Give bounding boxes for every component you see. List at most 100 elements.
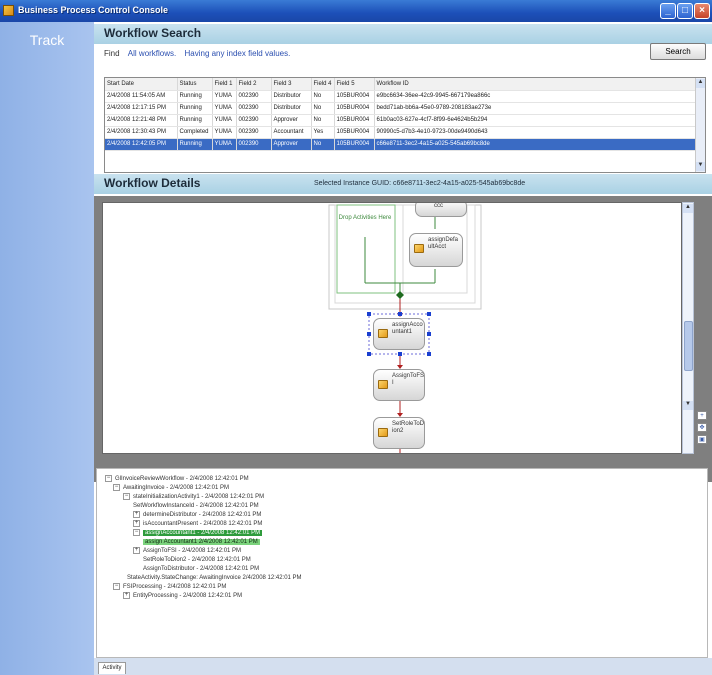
table-cell: 105BUR004 — [334, 138, 375, 151]
set-role-activity-icon — [378, 428, 388, 437]
activity-label: assignAcco untant1 — [392, 322, 423, 335]
column-header[interactable]: Field 4 — [311, 78, 335, 91]
table-row[interactable]: 2/4/2008 12:42:05 PM Running YUMA 002390 App… — [105, 138, 702, 151]
column-header[interactable]: Workflow ID — [374, 78, 702, 91]
tree-node-label: StateActivity.StateChange: AwaitingInvoi… — [127, 575, 302, 581]
tree-node[interactable]: assign Accountant1 2/4/2008 12:42:01 PM — [143, 538, 260, 547]
tab-activity[interactable]: Activity — [98, 662, 126, 674]
activity-label: ccc — [434, 203, 443, 209]
collapse-icon[interactable]: − — [113, 484, 120, 491]
designer-canvas[interactable]: Drop Activities Here ccc assignDefa ultA… — [102, 202, 682, 454]
find-row: Find All workflows. Having any index fie… — [104, 49, 290, 58]
activity-assign-to-fsi[interactable]: AssignToFS I — [373, 369, 425, 401]
collapse-icon[interactable]: − — [113, 583, 120, 590]
tree-node-label: assign Accountant1 2/4/2008 12:42:01 PM — [143, 539, 260, 545]
grid-scrollbar[interactable]: ▲ ▼ — [695, 78, 705, 172]
column-header[interactable]: Field 3 — [271, 78, 312, 91]
column-header[interactable]: Field 2 — [236, 78, 272, 91]
filter-workflows-link[interactable]: All workflows. — [128, 49, 176, 58]
scroll-up-icon[interactable]: ▲ — [683, 204, 693, 213]
close-button[interactable]: × — [694, 3, 710, 19]
tree-node[interactable]: − assignAccountant1 - 2/4/2008 12:42:01 P… — [133, 529, 263, 538]
scrollbar-thumb[interactable] — [684, 321, 693, 371]
tree-node[interactable]: StateActivity.StateChange: AwaitingInvoi… — [127, 574, 302, 583]
table-cell: No — [311, 138, 335, 151]
collapse-icon[interactable]: − — [123, 493, 130, 500]
tree-node[interactable]: − GlInvoiceReviewWorkflow - 2/4/2008 12:4… — [105, 475, 249, 484]
maximize-button[interactable]: □ — [677, 3, 693, 19]
tree-node[interactable]: − stateInitializationActivity1 - 2/4/2008… — [123, 493, 264, 502]
table-cell: Accountant — [271, 126, 312, 139]
canvas-scrollbar[interactable]: ▲ ▼ — [682, 202, 694, 454]
tree-node[interactable]: + AssignToFSI - 2/4/2008 12:42:01 PM — [133, 547, 241, 556]
pan-icon[interactable]: ✥ — [697, 423, 707, 432]
designer-tools: + ✥ ▣ — [697, 411, 709, 447]
app-icon — [3, 5, 14, 16]
left-nav-panel: Track — [0, 22, 94, 675]
expand-icon[interactable]: + — [133, 520, 140, 527]
scroll-down-icon[interactable]: ▼ — [683, 401, 693, 410]
expand-icon[interactable]: + — [123, 592, 130, 599]
bottom-tab-strip: Activity — [94, 658, 712, 675]
filter-fields-link[interactable]: Having any index field values. — [184, 49, 290, 58]
table-cell: Running — [177, 114, 213, 127]
table-cell: Completed — [177, 126, 213, 139]
table-row[interactable]: 2/4/2008 12:17:15 PM Running YUMA 002390 Dis… — [105, 102, 702, 115]
activity-assign-default-acct[interactable]: assignDefa ultAcct — [409, 233, 463, 267]
table-cell: 105BUR004 — [334, 90, 375, 103]
tree-node[interactable]: + EntityProcessing - 2/4/2008 12:42:01 PM — [123, 592, 242, 601]
table-cell: Approver — [271, 138, 312, 151]
fit-to-screen-icon[interactable]: ▣ — [697, 435, 707, 444]
column-header[interactable]: Start Date — [105, 78, 178, 91]
tree-node-label: GlInvoiceReviewWorkflow - 2/4/2008 12:42… — [115, 476, 249, 483]
table-cell: 002390 — [236, 126, 272, 139]
collapse-icon[interactable]: − — [133, 529, 140, 536]
tree-node[interactable]: SetWorkflowInstanceId - 2/4/2008 12:42:0… — [133, 502, 259, 511]
activity-tree[interactable]: − GlInvoiceReviewWorkflow - 2/4/2008 12:4… — [96, 468, 708, 658]
search-button[interactable]: Search — [650, 43, 706, 60]
activity-assign-accountant[interactable]: assignAcco untant1 — [373, 318, 425, 350]
table-cell: 105BUR004 — [334, 114, 375, 127]
column-header[interactable]: Status — [177, 78, 213, 91]
tree-node-label: stateInitializationActivity1 - 2/4/2008 … — [133, 494, 265, 501]
table-cell: 61b0ac03-627e-4cf7-8f99-6e4624b5b294 — [374, 114, 702, 127]
zoom-in-icon[interactable]: + — [697, 411, 707, 420]
scroll-down-icon[interactable]: ▼ — [696, 162, 705, 171]
expand-icon[interactable]: + — [133, 547, 140, 554]
table-cell: YUMA — [212, 114, 237, 127]
column-header[interactable]: Field 1 — [212, 78, 237, 91]
tree-node[interactable]: SetRoleToDion2 - 2/4/2008 12:42:01 PM — [143, 556, 251, 565]
assign-activity-icon — [378, 380, 388, 389]
assign-activity-icon — [378, 329, 388, 338]
tree-node-label: assignAccountant1 - 2/4/2008 12:42:01 PM — [143, 530, 263, 537]
tree-node-label: AssignToFSI - 2/4/2008 12:42:01 PM — [143, 548, 242, 555]
table-row[interactable]: 2/4/2008 12:21:48 PM Running YUMA 002390 App… — [105, 114, 702, 127]
activity-set-role[interactable]: SetRoleToD ion2 — [373, 417, 425, 449]
table-cell: Running — [177, 102, 213, 115]
workflow-details-header: Workflow Details Selected Instance GUID:… — [94, 174, 712, 194]
table-row[interactable]: 2/4/2008 11:54:05 AM Running YUMA 002390 Dis… — [105, 90, 702, 103]
expand-icon[interactable]: + — [133, 511, 140, 518]
window-title: Business Process Control Console — [18, 5, 169, 15]
minimize-button[interactable]: _ — [660, 3, 676, 19]
table-cell: 2/4/2008 12:21:48 PM — [105, 114, 178, 127]
nav-item-track[interactable]: Track — [0, 32, 94, 48]
table-row[interactable]: 2/4/2008 12:30:43 PM Completed YUMA 002390 A… — [105, 126, 702, 139]
workflow-results-grid[interactable]: Start Date Status Field 1 Field 2 Field … — [104, 77, 706, 173]
tree-node[interactable]: − AwaitingInvoice - 2/4/2008 12:42:01 PM — [113, 484, 229, 493]
table-cell: No — [311, 114, 335, 127]
selected-instance-guid: Selected Instance GUID: c66e8711-3ec2-4a… — [314, 180, 526, 187]
activity-label: AssignToFS I — [392, 373, 425, 386]
scroll-up-icon[interactable]: ▲ — [696, 79, 705, 88]
tree-node[interactable]: + isAccountantPresent - 2/4/2008 12:42:01… — [133, 520, 262, 529]
tree-node[interactable]: − FSIProcessing - 2/4/2008 12:42:01 PM — [113, 583, 226, 592]
workflow-designer: Drop Activities Here ccc assignDefa ultA… — [94, 196, 712, 482]
column-header[interactable]: Field 5 — [334, 78, 375, 91]
collapse-icon[interactable]: − — [105, 475, 112, 482]
tree-node[interactable]: + determineDistributor - 2/4/2008 12:42:0… — [133, 511, 261, 520]
tree-node[interactable]: AssignToDistributor - 2/4/2008 12:42:01 … — [143, 565, 259, 574]
activity-top-partial[interactable]: ccc — [415, 203, 467, 217]
grid-header-row: Start Date Status Field 1 Field 2 Field … — [105, 78, 702, 91]
tree-node-label: FSIProcessing - 2/4/2008 12:42:01 PM — [123, 584, 227, 591]
title-bar[interactable]: Business Process Control Console _ □ × — [0, 0, 712, 22]
